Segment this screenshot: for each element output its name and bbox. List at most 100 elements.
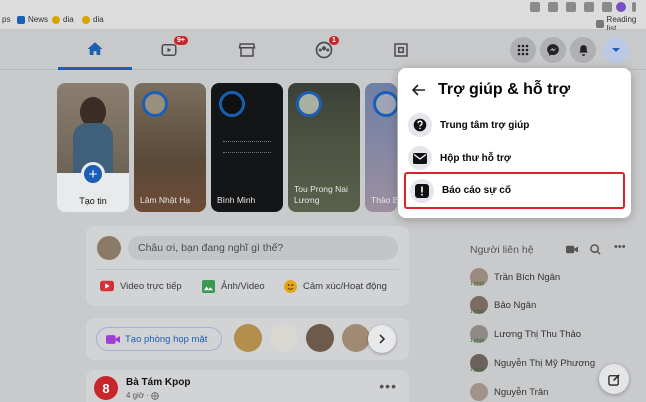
friend-avatar[interactable] — [306, 324, 334, 352]
help-icon-wrap — [408, 113, 432, 137]
bookmark-item[interactable]: dia — [52, 15, 74, 24]
story-card[interactable]: Tou Prong Nai Lương — [288, 83, 360, 212]
nav-home[interactable] — [58, 30, 132, 70]
browser-bookmarks-bar: ps News dia dia Reading list — [0, 0, 646, 33]
story-avatar — [373, 91, 397, 117]
notifications-button[interactable] — [570, 37, 596, 63]
star-icon[interactable] — [566, 2, 576, 12]
extension-icon[interactable] — [584, 2, 594, 12]
menu-button[interactable] — [510, 37, 536, 63]
video-room-icon — [106, 334, 120, 344]
help-center-item[interactable]: Trung tâm trợ giúp — [404, 110, 625, 140]
bookmark-icon — [17, 15, 25, 24]
post-author-avatar[interactable]: 8 — [94, 376, 118, 400]
grid-menu-icon — [517, 44, 529, 56]
more-icon[interactable] — [632, 2, 636, 12]
menu-title: Trợ giúp & hỗ trợ — [438, 81, 571, 98]
contacts-options-icon[interactable]: ••• — [614, 241, 626, 253]
translate-icon[interactable] — [530, 2, 540, 12]
composer-divider — [96, 269, 399, 270]
feeling-activity-button[interactable]: Cảm xúc/Hoạt động — [284, 280, 387, 293]
profile-avatar[interactable] — [616, 2, 626, 12]
story-avatar — [296, 91, 322, 117]
contact-name: Nguyễn Thị Mỹ Phương — [494, 357, 596, 369]
chevron-right-icon — [379, 334, 386, 344]
mail-icon — [413, 152, 427, 164]
story-author: Thảo B — [371, 195, 397, 205]
bookmark-label: News — [28, 15, 49, 24]
compose-icon — [607, 373, 620, 386]
contacts-heading: Người liên hệ — [470, 244, 534, 256]
contact-avatar — [470, 383, 488, 401]
bookmark-item[interactable]: dia — [82, 15, 104, 24]
story-avatar — [219, 91, 245, 117]
contact-name: Bảo Ngân — [494, 299, 537, 311]
contact-item[interactable]: Nguyễn Trân — [470, 383, 548, 401]
extension-icon[interactable] — [548, 2, 558, 12]
composer-input[interactable]: Châu ơi, bạn đang nghĩ gì thế? — [128, 236, 398, 260]
alert-icon — [415, 183, 429, 198]
friend-avatar[interactable] — [342, 324, 370, 352]
create-room-button[interactable]: Tạo phòng họp mặt — [96, 327, 222, 351]
story-author: Bình Minh — [217, 195, 256, 205]
support-inbox-item[interactable]: Hộp thư hỗ trợ — [404, 143, 625, 173]
notification-badge: 1 — [329, 36, 339, 45]
friend-avatar[interactable] — [270, 324, 298, 352]
story-text-lines — [223, 141, 271, 153]
inbox-icon-wrap — [408, 146, 432, 170]
photo-icon — [202, 280, 215, 293]
puzzle-icon[interactable] — [602, 2, 612, 12]
post-author-name[interactable]: Bà Tám Kpop — [126, 377, 190, 388]
profile-photo — [57, 83, 129, 173]
contact-active-tag: 1 phút — [470, 367, 484, 373]
add-story-icon: + — [81, 162, 105, 186]
bookmark-label: dia — [93, 15, 104, 24]
user-avatar — [97, 236, 121, 260]
chevron-down-icon — [612, 48, 620, 52]
notification-badge: 9+ — [174, 36, 188, 45]
next-button[interactable] — [368, 325, 396, 353]
contact-name: Lương Thị Thu Thảo — [494, 328, 582, 340]
home-icon — [87, 41, 103, 55]
report-problem-label: Báo cáo sự cố — [442, 185, 511, 196]
nav-gaming[interactable] — [364, 30, 438, 70]
bookmark-item[interactable]: ps — [2, 15, 10, 24]
bookmark-label: ps — [2, 15, 11, 24]
contact-active-tag: 1 phút — [470, 338, 484, 344]
report-problem-item[interactable]: Báo cáo sự cố — [404, 172, 625, 209]
post-options-icon[interactable]: ••• — [379, 378, 397, 394]
new-message-button[interactable] — [599, 364, 629, 394]
account-button[interactable] — [603, 37, 629, 63]
live-video-button[interactable]: Video trực tiếp — [100, 280, 182, 292]
story-card[interactable]: Lâm Nhật Hạ — [134, 83, 206, 212]
live-video-icon — [100, 280, 114, 292]
messenger-button[interactable] — [540, 37, 566, 63]
messenger-icon — [547, 44, 559, 56]
story-author: Tou Prong Nai Lương — [294, 184, 348, 205]
nav-marketplace[interactable] — [210, 30, 284, 70]
reading-list-icon — [596, 20, 604, 28]
question-icon — [413, 118, 427, 132]
post-composer: Châu ơi, bạn đang nghĩ gì thế? Video trự… — [86, 226, 409, 306]
contact-active-tag: 1 phút — [470, 281, 484, 287]
feeling-activity-label: Cảm xúc/Hoạt động — [303, 281, 387, 292]
contact-active-tag: 1 phút — [470, 309, 484, 315]
story-card[interactable]: Thảo B — [365, 83, 397, 212]
create-story-label: Tạo tin — [79, 196, 107, 206]
new-room-icon[interactable] — [566, 245, 578, 254]
photo-video-button[interactable]: Ảnh/Video — [202, 280, 265, 293]
contact-item[interactable]: Nguyễn Thị Mỹ Phương — [470, 354, 595, 372]
post-time[interactable]: 4 giờ · — [126, 391, 149, 400]
create-story-card[interactable]: + Tạo tin — [57, 83, 129, 212]
story-card[interactable]: Bình Minh — [211, 83, 283, 212]
support-inbox-label: Hộp thư hỗ trợ — [440, 152, 512, 164]
contact-item[interactable]: Lương Thị Thu Thảo — [470, 325, 581, 343]
story-avatar — [142, 91, 168, 117]
nav-watch[interactable]: 9+ — [132, 30, 206, 70]
bookmark-item[interactable]: News — [17, 15, 48, 24]
post-meta: 4 giờ · — [126, 391, 159, 400]
friend-avatar[interactable] — [234, 324, 262, 352]
nav-groups[interactable]: 1 — [287, 30, 361, 70]
back-arrow-icon[interactable] — [412, 84, 426, 96]
search-icon[interactable] — [590, 244, 601, 255]
